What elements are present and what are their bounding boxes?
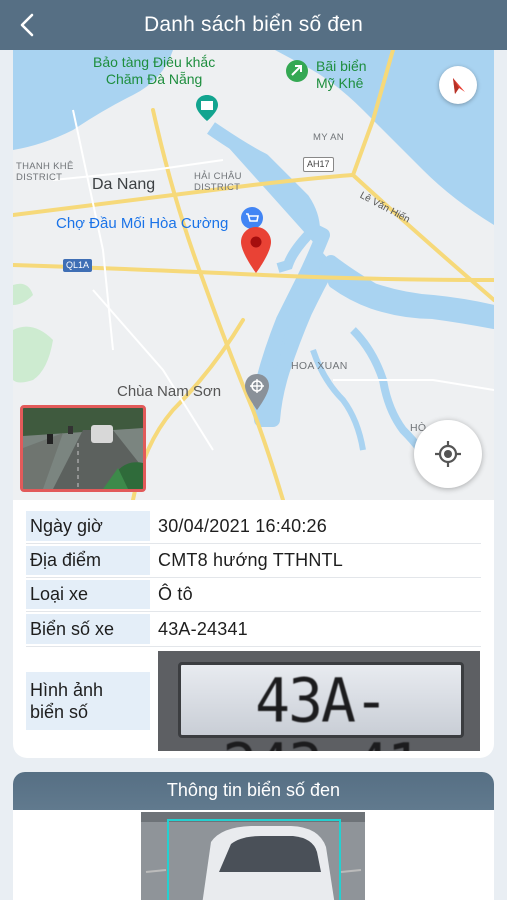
compass-button[interactable] <box>439 66 477 104</box>
map-label-thanh-khe: THANH KHÊ DISTRICT <box>16 161 74 183</box>
plate-image-text: 43A-243.41 <box>222 664 422 751</box>
row-vehicle-type: Loại xe Ô tô <box>26 578 481 612</box>
traffic-camera-image <box>23 408 143 489</box>
plate-frame: 43A-243.41 <box>178 662 464 751</box>
detail-card: Bảo tàng Điêu khắc Chăm Đà Nẵng Bãi biển… <box>13 50 494 758</box>
camera-thumbnail[interactable] <box>20 405 146 492</box>
pagoda-icon <box>245 374 269 410</box>
value-location: CMT8 hướng TTHNTL <box>158 550 343 570</box>
map-view[interactable]: Bảo tàng Điêu khắc Chăm Đà Nẵng Bãi biển… <box>13 50 494 500</box>
map-label-hai-chau: HẢI CHÂU DISTRICT <box>194 171 242 193</box>
value-datetime: 30/04/2021 16:40:26 <box>158 515 327 536</box>
section-title: Thông tin biển số đen <box>13 772 494 810</box>
details-table: Ngày giờ 30/04/2021 16:40:26 Địa điểm CM… <box>26 509 481 753</box>
my-location-button[interactable] <box>414 420 482 488</box>
row-datetime: Ngày giờ 30/04/2021 16:40:26 <box>26 509 481 544</box>
label-plate-image: Hình ảnh biển số <box>26 672 150 730</box>
app-header: Danh sách biển số đen <box>0 0 507 50</box>
map-label-market: Chợ Đầu Mối Hòa Cường <box>56 215 229 232</box>
label-location: Địa điểm <box>26 546 150 575</box>
map-label-pagoda: Chùa Nam Sơn <box>117 383 222 400</box>
map-label-da-nang: Da Nang <box>92 176 156 193</box>
value-plate-number: 43A-24341 <box>158 618 248 639</box>
plate-image[interactable]: 43A-243.41 <box>158 651 480 751</box>
beach-icon <box>286 60 308 82</box>
map-label-hoa-xuan: HOA XUAN <box>291 360 348 372</box>
row-plate-image: Hình ảnh biển số 43A-243.41 <box>26 647 481 753</box>
location-pin-icon <box>241 227 271 273</box>
value-vehicle-type: Ô tô <box>158 584 193 604</box>
map-label-museum: Bảo tàng Điêu khắc Chăm Đà Nẵng <box>93 54 216 87</box>
map-label-beach: Bãi biển Mỹ Khê <box>316 58 367 91</box>
vehicle-photo[interactable] <box>141 812 365 900</box>
label-vehicle-type: Loại xe <box>26 580 150 609</box>
blacklist-info-card: Thông tin biển số đen <box>13 772 494 900</box>
shopping-cart-icon <box>241 207 263 229</box>
road-shield-ql1a: QL1A <box>63 259 93 272</box>
road-shield-ah17: AH17 <box>303 157 334 172</box>
map-label-my-an: MY AN <box>313 132 344 143</box>
row-plate-number: Biển số xe 43A-24341 <box>26 612 481 647</box>
page-title: Danh sách biển số đen <box>143 13 364 36</box>
label-plate-number: Biển số xe <box>26 614 150 644</box>
label-datetime: Ngày giờ <box>26 511 150 541</box>
row-location: Địa điểm CMT8 hướng TTHNTL <box>26 544 481 578</box>
vehicle-image <box>141 812 365 900</box>
crosshair-icon <box>435 441 461 467</box>
museum-icon <box>196 95 218 121</box>
compass-icon <box>453 78 465 94</box>
